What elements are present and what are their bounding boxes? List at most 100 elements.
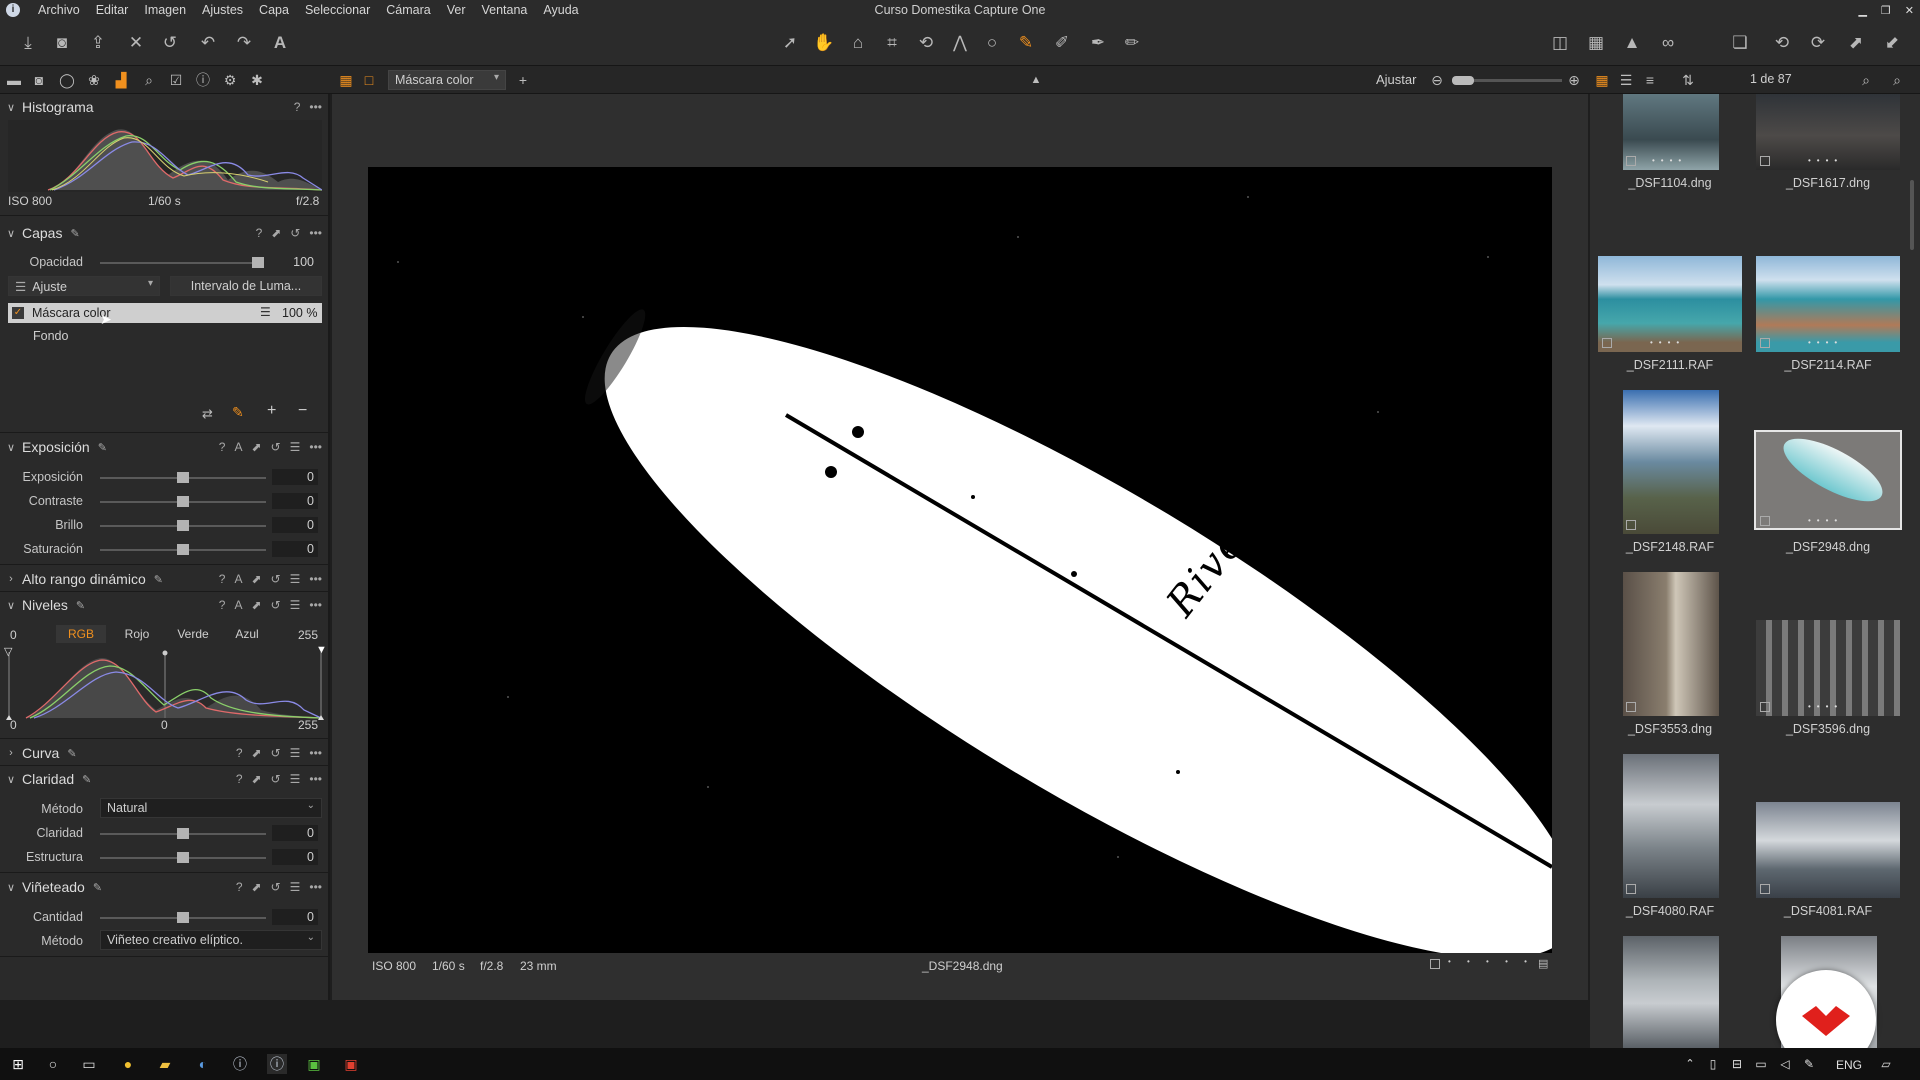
reset-icon[interactable]: ↺ [271, 746, 281, 760]
channel-tab-blue[interactable]: Azul [222, 625, 272, 643]
rotate-icon[interactable]: ⟲ [914, 31, 938, 55]
restore-icon[interactable]: ❐ [1881, 4, 1891, 17]
channel-tab-green[interactable]: Verde [168, 625, 218, 643]
levels-output-high[interactable]: 255 [298, 718, 318, 732]
capture-tab-icon[interactable]: ◙ [30, 71, 48, 89]
auto-icon[interactable]: A [234, 598, 242, 612]
slider-knob[interactable] [177, 852, 189, 863]
browser-filmstrip-icon[interactable]: ≡ [1641, 71, 1659, 89]
undo-icon[interactable]: ↶ [196, 31, 220, 55]
tray-network-icon[interactable]: ▭ [1751, 1054, 1771, 1074]
zoom-slider-knob[interactable] [1452, 76, 1474, 85]
layer-name-background[interactable]: Fondo [33, 329, 68, 343]
layer-checkbox[interactable]: ✓ [12, 307, 24, 319]
details-tab-icon[interactable]: ⌕ [140, 71, 158, 89]
menu-ventana[interactable]: Ventana [474, 0, 536, 20]
exposure-value[interactable]: 0 [272, 469, 318, 485]
auto-icon[interactable]: A [234, 440, 242, 454]
apply-adjustments-icon[interactable]: ⬈ [1844, 31, 1868, 55]
clarity-slider[interactable] [100, 828, 266, 839]
thumbnail-checkbox[interactable] [1602, 338, 1612, 348]
adjustments-tab-icon[interactable]: ☑ [167, 71, 185, 89]
slider-knob[interactable] [252, 257, 264, 268]
loupe-icon[interactable]: ⌂ [846, 31, 870, 55]
chevron-down-icon[interactable]: ∨ [0, 227, 22, 240]
batch-tab-icon[interactable]: ✱ [248, 71, 266, 89]
brush-icon[interactable]: ✎ [232, 404, 244, 421]
reset-icon[interactable]: ↺ [158, 31, 182, 55]
layers-header[interactable]: ∨ Capas ✎ ? ⬈ ↺ ••• [0, 220, 328, 246]
browser-list-icon[interactable]: ☰ [1617, 71, 1635, 89]
layer-adjust-icon[interactable]: ☰ [260, 305, 271, 319]
browser-zoom-icon[interactable]: ⌕ [1857, 71, 1875, 89]
more-icon[interactable]: ••• [309, 880, 322, 894]
app-logo-icon[interactable]: i [6, 3, 20, 17]
color-picker-icon[interactable]: ✏ [1120, 31, 1144, 55]
help-icon[interactable]: ? [219, 572, 226, 586]
select-cursor-icon[interactable]: ➚ [778, 31, 802, 55]
saturation-value[interactable]: 0 [272, 541, 318, 557]
menu-seleccionar[interactable]: Seleccionar [297, 0, 378, 20]
presets-icon[interactable]: ☰ [290, 572, 301, 586]
levels-input-low[interactable]: 0 [10, 628, 17, 642]
tray-pen-icon[interactable]: ✎ [1799, 1054, 1819, 1074]
tray-language[interactable]: ENG [1836, 1058, 1862, 1072]
gradient-icon[interactable]: ✒ [1086, 31, 1110, 55]
add-view-icon[interactable]: + [514, 71, 532, 89]
rotate-left-icon[interactable]: ⟲ [1770, 31, 1794, 55]
zoom-out-icon[interactable]: ⊖ [1428, 71, 1446, 89]
swap-icon[interactable]: ⇄ [202, 406, 213, 422]
copy-icon[interactable]: ⬈ [252, 440, 262, 454]
opacity-slider[interactable] [100, 257, 264, 268]
clarity-value[interactable]: 0 [272, 825, 318, 841]
select-checkbox[interactable] [1430, 959, 1440, 969]
slider-knob[interactable] [177, 496, 189, 507]
thumbnail-checkbox[interactable] [1760, 156, 1770, 166]
more-icon[interactable]: ••• [309, 100, 322, 114]
menu-camara[interactable]: Cámara [378, 0, 438, 20]
auto-icon[interactable]: A [234, 572, 242, 586]
copy-icon[interactable]: ⬈ [252, 598, 262, 612]
opacity-value[interactable]: 100 [278, 254, 318, 270]
export-icon[interactable]: ⇪ [86, 31, 110, 55]
saturation-slider[interactable] [100, 544, 266, 555]
structure-value[interactable]: 0 [272, 849, 318, 865]
chevron-right-icon[interactable]: › [0, 747, 22, 759]
crop-icon[interactable]: ⌗ [880, 31, 904, 55]
help-icon[interactable]: ? [236, 746, 243, 760]
close-icon[interactable]: ✕ [1905, 4, 1914, 17]
red-app-icon[interactable]: ▣ [341, 1054, 361, 1074]
help-icon[interactable]: ? [219, 598, 226, 612]
menu-editar[interactable]: Editar [88, 0, 137, 20]
reset-icon[interactable]: ↺ [290, 226, 300, 240]
single-view-icon[interactable]: □ [360, 71, 378, 89]
paste-adjustments-icon[interactable]: ⬋ [1880, 31, 1904, 55]
channel-tab-red[interactable]: Rojo [112, 625, 162, 643]
vignette-amount-value[interactable]: 0 [272, 909, 318, 925]
layer-row-active[interactable]: ✓ Máscara color ☰ 100 % [8, 303, 322, 323]
menu-ver[interactable]: Ver [439, 0, 474, 20]
chevron-right-icon[interactable]: › [0, 573, 22, 585]
grid-icon[interactable]: ▦ [1584, 31, 1608, 55]
thumbnail-checkbox[interactable] [1626, 884, 1636, 894]
metadata-tab-icon[interactable]: ⓘ [194, 71, 212, 89]
zoom-in-icon[interactable]: ⊕ [1565, 71, 1583, 89]
add-layer-icon[interactable]: + [267, 402, 276, 420]
slider-knob[interactable] [177, 520, 189, 531]
copy-icon[interactable]: ⬈ [252, 572, 262, 586]
minimize-icon[interactable]: ▁ [1858, 4, 1866, 17]
proof-glasses-icon[interactable]: ∞ [1656, 31, 1680, 55]
black-point-handle[interactable]: ▽ [4, 645, 12, 658]
cortana-search-icon[interactable]: ○ [43, 1054, 63, 1074]
photo-mask-preview[interactable]: Rivera [368, 167, 1552, 953]
tray-volume-icon[interactable]: ◁ [1775, 1054, 1795, 1074]
brightness-slider[interactable] [100, 520, 266, 531]
more-icon[interactable]: ••• [309, 772, 322, 786]
exposure-header[interactable]: ∨ Exposición ✎ ? A ⬈ ↺ ☰ ••• [0, 434, 328, 460]
chevron-down-icon[interactable]: ∨ [0, 881, 22, 894]
capture-one-active-icon[interactable]: ⓘ [267, 1054, 287, 1074]
search-icon[interactable]: ⌕ [1888, 71, 1906, 89]
rating-dots[interactable]: •••• [1808, 156, 1843, 165]
reset-icon[interactable]: ↺ [271, 572, 281, 586]
levels-input-high[interactable]: 255 [298, 628, 318, 642]
